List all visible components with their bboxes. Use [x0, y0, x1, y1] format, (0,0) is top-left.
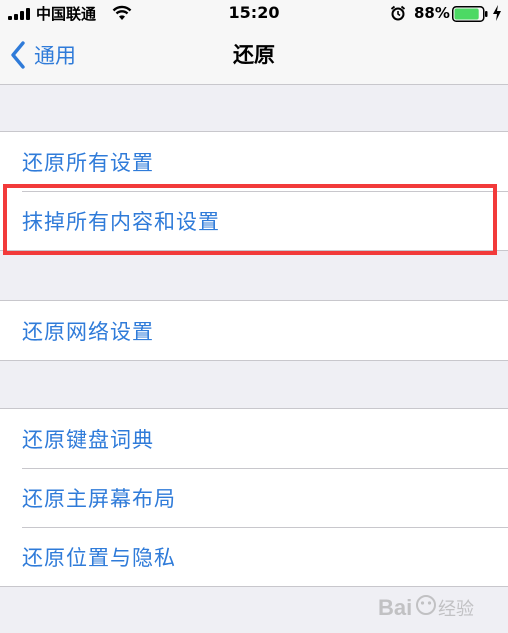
- charging-bolt-icon: [493, 5, 501, 21]
- status-bar: 中国联通 15:20 88%: [0, 0, 508, 28]
- battery-icon: [452, 6, 488, 22]
- alarm-icon: [390, 5, 406, 21]
- list-item-label: 还原键盘词典: [22, 427, 154, 452]
- reset-group-1: 还原所有设置 抹掉所有内容和设置: [0, 131, 508, 251]
- reset-network-settings-item[interactable]: 还原网络设置: [0, 301, 508, 360]
- page-title: 还原: [233, 43, 275, 67]
- battery-percent: 88%: [414, 4, 450, 22]
- list-item-label: 还原主屏幕布局: [22, 486, 176, 511]
- reset-all-settings-item[interactable]: 还原所有设置: [0, 132, 508, 191]
- list-item-label: 还原网络设置: [22, 319, 154, 344]
- reset-location-privacy-item[interactable]: 还原位置与隐私: [0, 527, 508, 586]
- list-item-label: 抹掉所有内容和设置: [22, 209, 220, 234]
- svg-text:经验: 经验: [438, 599, 474, 620]
- reset-group-3: 还原键盘词典 还原主屏幕布局 还原位置与隐私: [0, 408, 508, 587]
- reset-group-2: 还原网络设置: [0, 300, 508, 361]
- list-item-label: 还原所有设置: [22, 150, 154, 175]
- list-item-label: 还原位置与隐私: [22, 545, 176, 570]
- navigation-bar: 通用 还原: [0, 28, 508, 85]
- reset-keyboard-dictionary-item[interactable]: 还原键盘词典: [0, 409, 508, 468]
- erase-all-content-item[interactable]: 抹掉所有内容和设置: [0, 191, 508, 250]
- watermark-logo: Bai 经验: [378, 595, 474, 620]
- reset-home-screen-layout-item[interactable]: 还原主屏幕布局: [0, 468, 508, 527]
- svg-text:Bai: Bai: [378, 595, 412, 620]
